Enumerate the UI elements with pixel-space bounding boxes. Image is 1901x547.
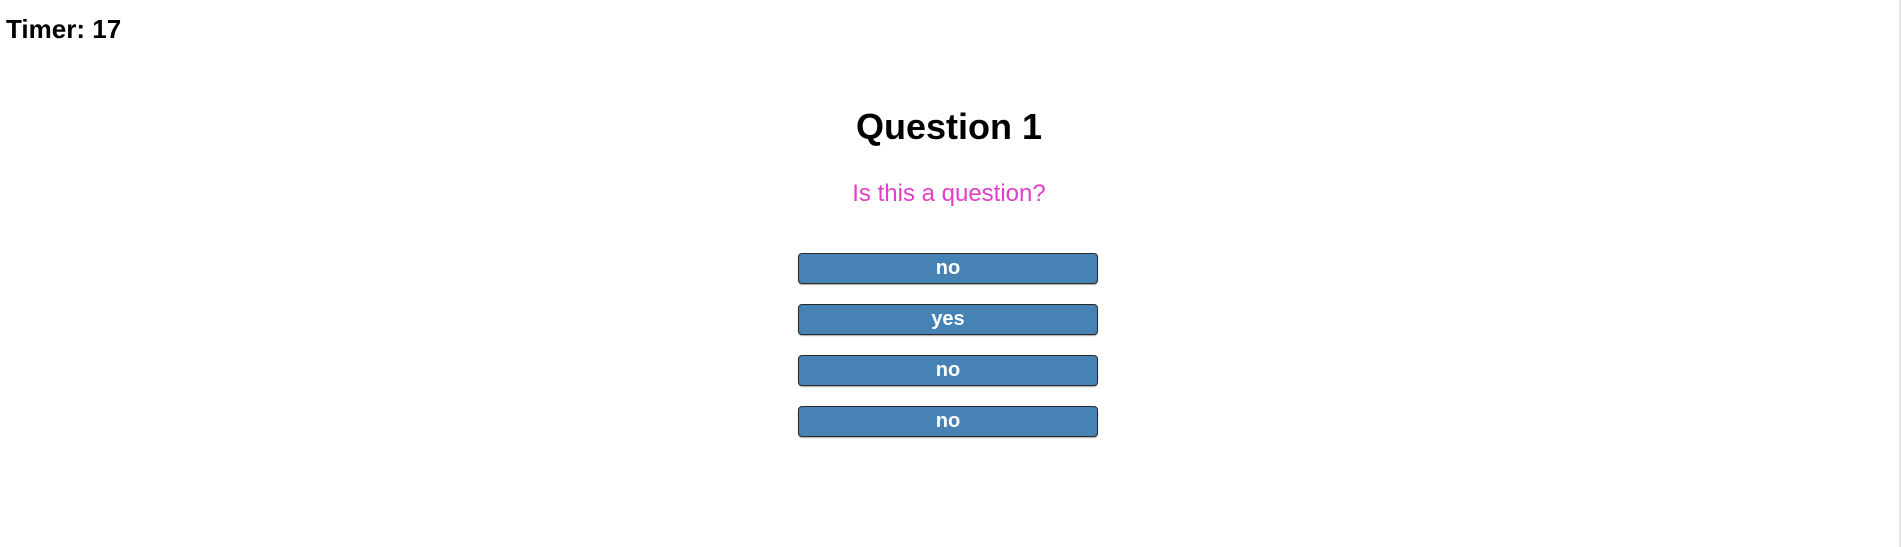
timer-label: Timer: bbox=[6, 14, 85, 44]
quiz-page: Timer: 17 Question 1 Is this a question?… bbox=[0, 0, 1901, 547]
timer-display: Timer: 17 bbox=[6, 14, 121, 45]
question-title: Question 1 bbox=[855, 106, 1043, 147]
timer-value: 17 bbox=[92, 14, 122, 44]
answer-button-4[interactable]: no bbox=[798, 406, 1098, 437]
question-text: Is this a question? bbox=[852, 180, 1046, 207]
answer-button-3[interactable]: no bbox=[798, 355, 1098, 386]
answer-button-2[interactable]: yes bbox=[798, 304, 1098, 335]
answer-button-1[interactable]: no bbox=[798, 253, 1098, 284]
